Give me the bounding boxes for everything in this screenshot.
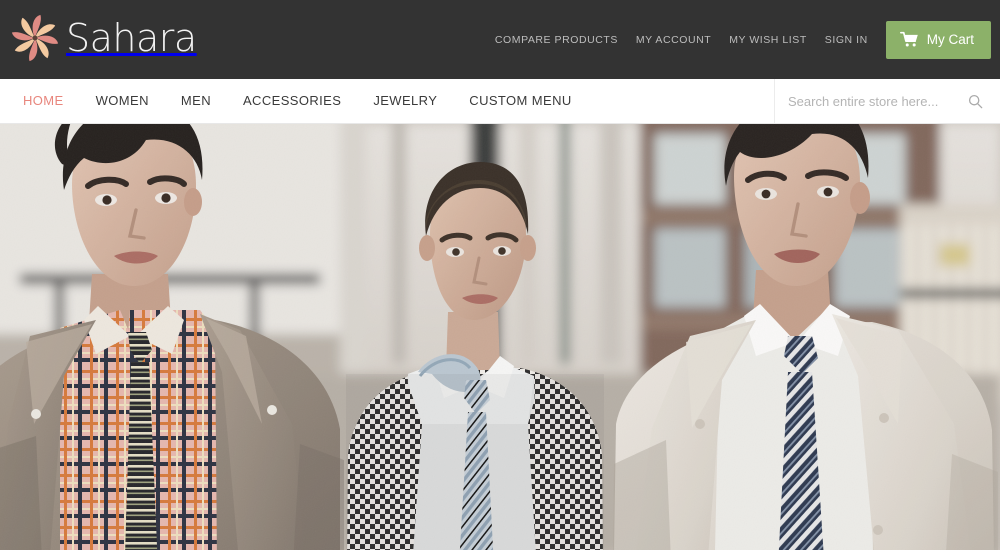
nav-item-custom-menu[interactable]: CUSTOM MENU	[453, 79, 587, 123]
storefront-page: Sahara COMPARE PRODUCTS MY ACCOUNT MY WI…	[0, 0, 1000, 550]
flower-pinwheel-logo-icon	[10, 12, 60, 64]
top-link-sign-in[interactable]: SIGN IN	[816, 34, 877, 46]
shopping-cart-icon	[899, 31, 919, 48]
top-header-bar: Sahara COMPARE PRODUCTS MY ACCOUNT MY WI…	[0, 0, 1000, 79]
hero-photo	[0, 124, 1000, 550]
top-link-my-account[interactable]: MY ACCOUNT	[627, 34, 720, 46]
nav-item-home[interactable]: HOME	[7, 79, 80, 123]
search-icon[interactable]	[968, 94, 1000, 109]
nav-item-accessories[interactable]: ACCESSORIES	[227, 79, 357, 123]
logo-text: Sahara	[66, 16, 197, 60]
nav-item-men[interactable]: MEN	[165, 79, 227, 123]
top-links-group: COMPARE PRODUCTS MY ACCOUNT MY WISH LIST…	[486, 0, 1000, 79]
search-box	[774, 79, 1000, 123]
my-cart-label: My Cart	[926, 32, 974, 47]
nav-item-jewelry[interactable]: JEWELRY	[357, 79, 453, 123]
hero-banner[interactable]	[0, 124, 1000, 550]
site-logo[interactable]: Sahara	[10, 12, 197, 64]
main-navigation-bar: HOME WOMEN MEN ACCESSORIES JEWELRY CUSTO…	[0, 79, 1000, 124]
my-cart-button[interactable]: My Cart	[885, 20, 991, 59]
main-nav-items: HOME WOMEN MEN ACCESSORIES JEWELRY CUSTO…	[0, 79, 588, 123]
nav-item-women[interactable]: WOMEN	[80, 79, 165, 123]
top-link-compare-products[interactable]: COMPARE PRODUCTS	[486, 34, 627, 46]
search-input[interactable]	[775, 93, 968, 109]
top-link-my-wish-list[interactable]: MY WISH LIST	[720, 34, 816, 46]
